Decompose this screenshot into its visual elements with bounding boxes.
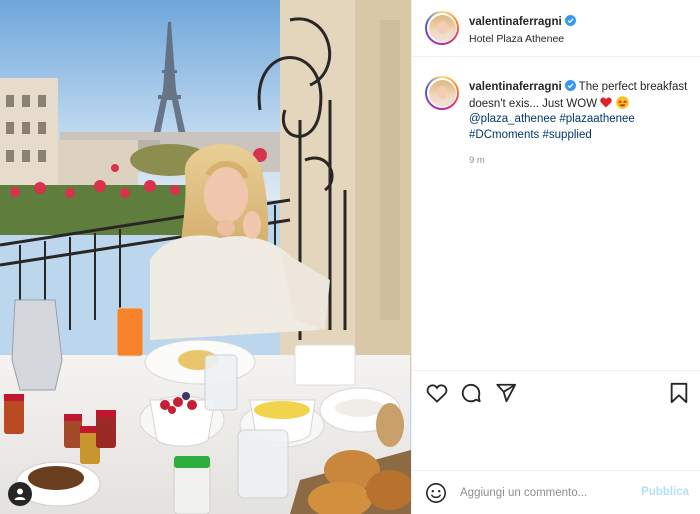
bookmark-outline-icon	[670, 382, 688, 404]
verified-badge-icon	[564, 15, 576, 26]
red-heart-emoji-icon	[600, 97, 612, 107]
add-comment-bar: Pubblica	[412, 470, 700, 514]
post-actions	[412, 370, 700, 470]
publish-button[interactable]: Pubblica	[641, 486, 689, 498]
paper-plane-icon	[496, 383, 517, 403]
post-header: valentinaferragni Hotel Plaza Athenee	[412, 0, 700, 57]
avatar-image	[428, 79, 456, 107]
person-icon	[14, 488, 26, 500]
emoji-picker-button[interactable]	[425, 482, 447, 504]
heart-outline-icon	[426, 384, 448, 403]
author-username-row: valentinaferragni	[469, 15, 576, 28]
post-caption: valentinaferragni The perfect breakfast …	[469, 80, 691, 143]
post-photo[interactable]	[0, 0, 411, 514]
speech-bubble-icon	[461, 383, 481, 403]
share-button[interactable]	[494, 381, 518, 405]
hashtag-link[interactable]: #supplied	[543, 129, 592, 141]
comment-input[interactable]	[460, 483, 638, 503]
verified-badge-icon	[564, 80, 576, 91]
like-button[interactable]	[425, 381, 449, 405]
caption-avatar[interactable]	[425, 76, 459, 110]
photo-scene	[0, 0, 411, 514]
post-timestamp[interactable]: 9 m	[469, 155, 485, 166]
caption-username[interactable]: valentinaferragni	[469, 81, 562, 93]
author-username[interactable]: valentinaferragni	[469, 16, 562, 28]
save-button[interactable]	[667, 381, 691, 405]
hashtag-link[interactable]: #DCmoments	[469, 129, 539, 141]
user-tag-button[interactable]	[8, 482, 32, 506]
heart-eyes-emoji-icon	[615, 95, 629, 109]
caption-section: valentinaferragni The perfect breakfast …	[412, 57, 700, 370]
comment-button[interactable]	[459, 381, 483, 405]
smiley-face-icon	[426, 483, 446, 503]
post-location[interactable]: Hotel Plaza Athenee	[469, 33, 564, 45]
hashtag-link[interactable]: #plazaathenee	[559, 113, 634, 125]
author-avatar[interactable]	[425, 11, 459, 45]
avatar-image	[428, 14, 456, 42]
mention-link[interactable]: @plaza_athenee	[469, 113, 556, 125]
post-details-panel: valentinaferragni Hotel Plaza Athenee va…	[411, 0, 700, 514]
